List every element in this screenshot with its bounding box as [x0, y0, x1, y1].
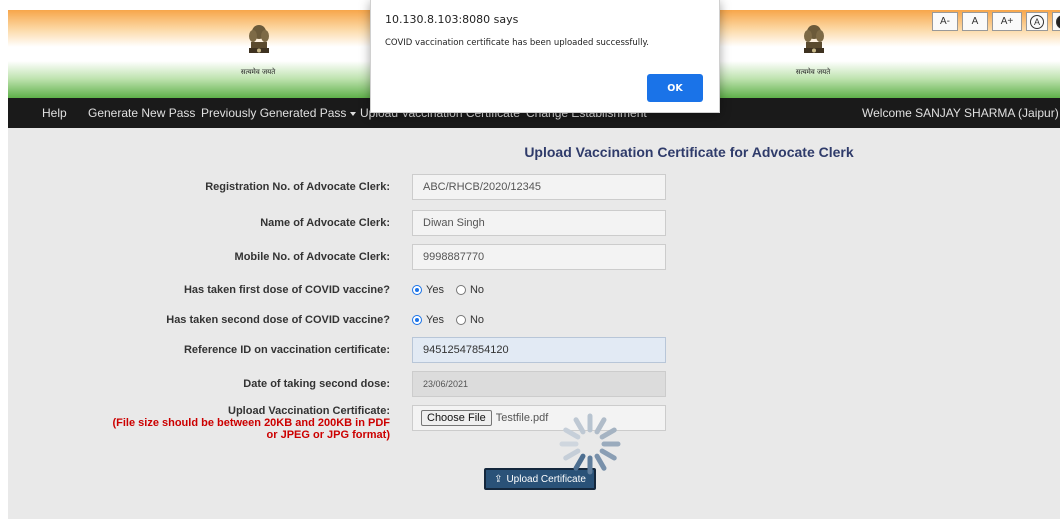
- lion-capital-icon: [249, 25, 269, 53]
- reference-label: Reference ID on vaccination certificate:: [183, 344, 390, 356]
- second-dose-label: Has taken second dose of COVID vaccine?: [166, 314, 390, 326]
- upload-hint-line-1: (File size should be between 20KB and 20…: [112, 417, 390, 429]
- welcome-text: Welcome SANJAY SHARMA (Jaipur): [862, 106, 1059, 120]
- first-dose-no-label: No: [469, 284, 485, 296]
- selected-file-name: Testfile.pdf: [495, 412, 549, 424]
- registration-field[interactable]: ABC/RHCB/2020/12345: [412, 174, 666, 200]
- first-dose-radio-group: Yes No: [412, 277, 492, 303]
- nav-previously-generated-pass-label: Previously Generated Pass: [201, 106, 347, 120]
- nav-user-welcome[interactable]: Welcome SANJAY SHARMA (Jaipur): [862, 98, 1060, 128]
- national-emblem-right: सत्यमेव जयते: [783, 24, 843, 84]
- font-decrease-button[interactable]: A-: [932, 12, 958, 31]
- upload-row: Upload Vaccination Certificate: (File si…: [8, 405, 1060, 449]
- second-dose-radio-group: Yes No: [412, 307, 492, 333]
- dark-theme-button[interactable]: A: [1052, 12, 1060, 31]
- date-label: Date of taking second dose:: [243, 378, 390, 390]
- nav-generate-new-pass[interactable]: Generate New Pass: [88, 98, 195, 128]
- font-size-controls: A- A A+ A A: [932, 12, 1060, 31]
- registration-row: Registration No. of Advocate Clerk: ABC/…: [8, 174, 1060, 200]
- upload-icon: ⇪: [494, 473, 503, 485]
- name-row: Name of Advocate Clerk: Diwan Singh: [8, 210, 1060, 236]
- date-row: Date of taking second dose: 23/06/2021: [8, 371, 1060, 397]
- light-theme-button[interactable]: A: [1026, 12, 1048, 31]
- dialog-ok-button[interactable]: OK: [647, 74, 703, 102]
- second-dose-date-field[interactable]: 23/06/2021: [412, 371, 666, 397]
- dark-theme-label: A: [1056, 14, 1060, 29]
- national-emblem-left: सत्यमेव जयते: [228, 24, 288, 84]
- nav-help[interactable]: Help: [42, 98, 67, 128]
- registration-label: Registration No. of Advocate Clerk:: [205, 181, 390, 193]
- second-dose-no-radio[interactable]: [455, 315, 466, 325]
- mobile-row: Mobile No. of Advocate Clerk: 9998887770: [8, 244, 1060, 270]
- name-label: Name of Advocate Clerk:: [260, 217, 390, 229]
- dialog-origin: 10.130.8.103:8080 says: [385, 13, 519, 26]
- lion-capital-icon: [804, 25, 824, 53]
- mobile-label: Mobile No. of Advocate Clerk:: [234, 251, 390, 263]
- main-content: Upload Vaccination Certificate for Advoc…: [8, 128, 1060, 519]
- second-dose-row: Has taken second dose of COVID vaccine? …: [8, 307, 1060, 333]
- second-dose-no-label: No: [469, 314, 485, 326]
- emblem-motto: सत्यमेव जयते: [240, 68, 276, 76]
- first-dose-row: Has taken first dose of COVID vaccine? Y…: [8, 277, 1060, 303]
- upload-hint-line-2: or JPEG or JPG format): [266, 429, 390, 441]
- reference-row: Reference ID on vaccination certificate:…: [8, 337, 1060, 363]
- first-dose-label: Has taken first dose of COVID vaccine?: [183, 284, 390, 296]
- first-dose-no-radio[interactable]: [455, 285, 466, 295]
- reference-id-field[interactable]: 94512547854120: [412, 337, 666, 363]
- file-input: Choose File Testfile.pdf: [412, 405, 666, 431]
- first-dose-yes-radio[interactable]: [412, 285, 422, 295]
- choose-file-button[interactable]: Choose File: [421, 410, 492, 426]
- upload-label: Upload Vaccination Certificate:: [228, 405, 390, 417]
- loading-spinner-icon: [559, 413, 621, 475]
- caret-down-icon: [350, 111, 357, 116]
- font-reset-button[interactable]: A: [962, 12, 988, 31]
- second-dose-yes-radio[interactable]: [412, 315, 422, 325]
- mobile-field[interactable]: 9998887770: [412, 244, 666, 270]
- upload-label-block: Upload Vaccination Certificate: (File si…: [112, 405, 390, 441]
- first-dose-yes-label: Yes: [426, 284, 444, 296]
- second-dose-yes-label: Yes: [426, 314, 444, 326]
- name-field[interactable]: Diwan Singh: [412, 210, 666, 236]
- form-title: Upload Vaccination Certificate for Advoc…: [524, 144, 854, 160]
- light-theme-label: A: [1030, 14, 1044, 29]
- font-increase-button[interactable]: A+: [992, 12, 1022, 31]
- nav-previously-generated-pass[interactable]: Previously Generated Pass: [201, 98, 357, 128]
- alert-dialog: 10.130.8.103:8080 says COVID vaccination…: [370, 0, 720, 113]
- emblem-motto: सत्यमेव जयते: [795, 68, 831, 76]
- dialog-message: COVID vaccination certificate has been u…: [385, 38, 649, 48]
